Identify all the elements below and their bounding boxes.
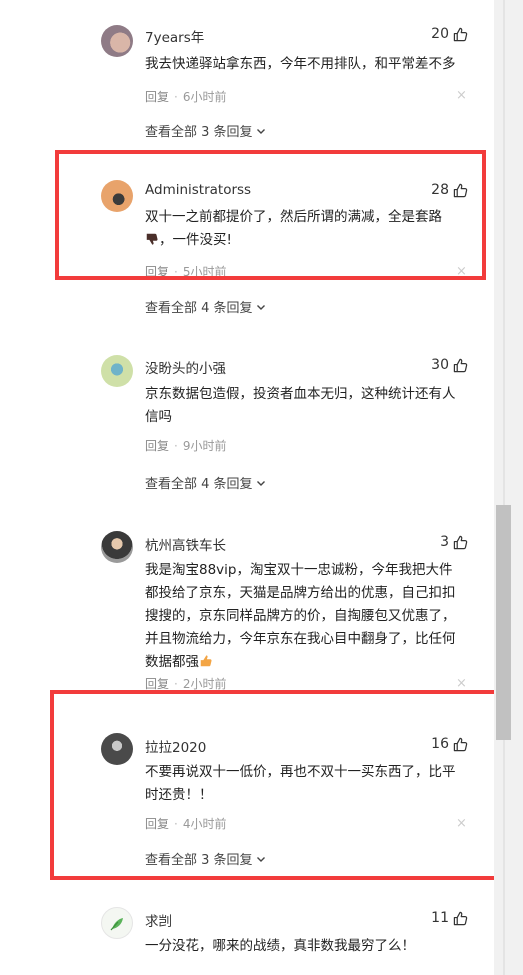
like-count: 20 bbox=[431, 26, 449, 42]
comment-line: 我是淘宝88vip，淘宝双十一忠诚粉，今年我把大件 bbox=[145, 562, 453, 578]
avatar[interactable] bbox=[101, 907, 133, 939]
view-all-replies-link[interactable]: 查看全部 4 条回复 bbox=[145, 297, 266, 316]
leaf-icon bbox=[110, 918, 123, 931]
avatar[interactable] bbox=[101, 531, 133, 563]
highlight-box bbox=[50, 690, 499, 880]
comment-line: 都投给了京东，天猫是品牌方给出的优惠，自己扣扣 bbox=[145, 585, 456, 601]
close-icon[interactable]: × bbox=[456, 88, 467, 103]
like-button[interactable]: 30 bbox=[431, 357, 468, 373]
avatar[interactable] bbox=[101, 355, 133, 387]
like-button[interactable]: 20 bbox=[431, 26, 468, 42]
like-count: 3 bbox=[440, 534, 449, 550]
username[interactable]: 7years年 bbox=[145, 26, 204, 46]
reply-button[interactable]: 回复 bbox=[145, 439, 169, 453]
reply-button[interactable]: 回复 bbox=[145, 90, 169, 104]
view-all-label: 查看全部 4 条回复 bbox=[145, 301, 253, 316]
comment-line: 数据都强 bbox=[145, 651, 475, 674]
like-button[interactable]: 11 bbox=[431, 910, 468, 926]
thumbs-up-icon bbox=[453, 358, 468, 372]
thumbs-up-icon bbox=[453, 535, 468, 549]
view-all-label: 查看全部 4 条回复 bbox=[145, 477, 253, 492]
chevron-down-icon bbox=[256, 480, 265, 486]
close-icon[interactable]: × bbox=[456, 676, 467, 691]
avatar[interactable] bbox=[101, 25, 133, 57]
comment-meta: 回复 · 9小时前 bbox=[145, 439, 227, 453]
thumbs-up-icon bbox=[453, 911, 468, 925]
highlight-box bbox=[55, 150, 486, 280]
scrollbar-track bbox=[503, 0, 505, 975]
like-count: 11 bbox=[431, 910, 449, 926]
comment-line: 搜搜的，京东同样品牌方的价，自掏腰包又优惠了， bbox=[145, 608, 456, 624]
thumbs-up-emoji bbox=[200, 655, 212, 667]
like-button[interactable]: 3 bbox=[440, 534, 468, 550]
view-all-label: 查看全部 3 条回复 bbox=[145, 125, 253, 140]
comment-line: 我去快递驿站拿东西，今年不用排队，和平常差不多 bbox=[145, 56, 456, 72]
comment-text: 京东数据包造假，投资者血本无归，这种统计还有人 信吗 bbox=[145, 383, 475, 429]
chevron-down-icon bbox=[256, 128, 265, 134]
comment-line: 京东数据包造假，投资者血本无归，这种统计还有人 bbox=[145, 386, 456, 402]
comment-text: 我去快递驿站拿东西，今年不用排队，和平常差不多 bbox=[145, 53, 475, 76]
comment-text: 我是淘宝88vip，淘宝双十一忠诚粉，今年我把大件 都投给了京东，天猫是品牌方给… bbox=[145, 559, 475, 674]
scrollbar-thumb[interactable] bbox=[496, 505, 511, 740]
vertical-scrollbar[interactable] bbox=[494, 0, 523, 975]
username[interactable]: 杭州高铁车长 bbox=[145, 534, 226, 554]
timestamp: 6小时前 bbox=[182, 90, 227, 104]
comments-panel: 7years年 20 我去快递驿站拿东西，今年不用排队，和平常差不多 回复 · 6小… bbox=[0, 0, 499, 975]
like-count: 30 bbox=[431, 357, 449, 373]
view-all-replies-link[interactable]: 查看全部 4 条回复 bbox=[145, 473, 266, 492]
chevron-down-icon bbox=[256, 304, 265, 310]
comment-meta: 回复 · 6小时前 bbox=[145, 90, 227, 104]
username[interactable]: 求剀 bbox=[145, 910, 172, 930]
thumbs-up-icon bbox=[453, 27, 468, 41]
timestamp: 2小时前 bbox=[182, 677, 227, 691]
comment-line: 信吗 bbox=[145, 409, 172, 425]
timestamp: 9小时前 bbox=[182, 439, 227, 453]
comment-line: 并且物流给力，今年京东在我心目中翻身了，比任何 bbox=[145, 631, 456, 647]
comment-line: 一分没花，哪来的战绩，真非数我最穷了么！ bbox=[145, 938, 415, 954]
comment-text: 一分没花，哪来的战绩，真非数我最穷了么！ bbox=[145, 935, 475, 958]
view-all-replies-link[interactable]: 查看全部 3 条回复 bbox=[145, 121, 266, 140]
reply-button[interactable]: 回复 bbox=[145, 677, 169, 691]
username[interactable]: 没盼头的小强 bbox=[145, 357, 226, 377]
